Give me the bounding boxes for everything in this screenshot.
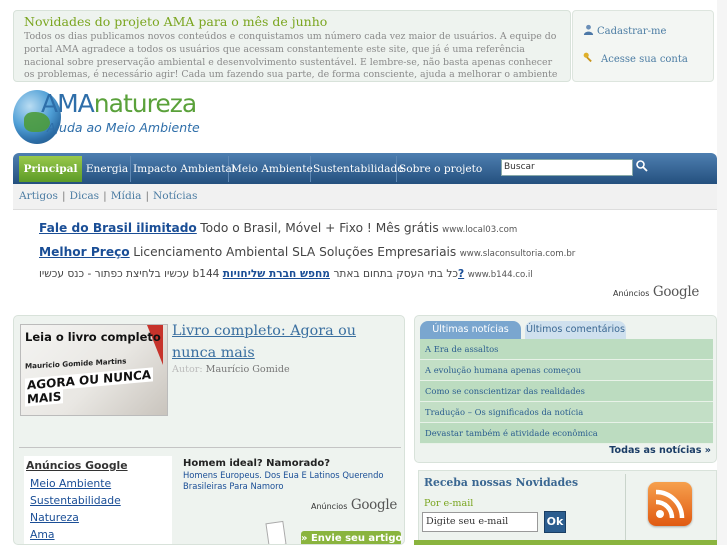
ad-item: Melhor Preço Licenciamento Ambiental SLA… [39, 245, 575, 259]
login-link[interactable]: Acesse sua conta [583, 52, 688, 65]
site-logo[interactable]: AMAnatureza Ajuda ao Meio Ambiente [13, 89, 200, 147]
article-title-link[interactable]: Livro completo: Agora ou nunca mais [172, 320, 400, 364]
tab-sobre-o-projeto[interactable]: Sobre o projeto [399, 156, 482, 182]
user-icon [583, 24, 594, 35]
ad-link-natureza[interactable]: Natureza [30, 511, 79, 524]
ad-title[interactable]: Homem ideal? Namorado? [183, 458, 398, 469]
ad-text: Licenciamento Ambiental SLA Soluções Emp… [133, 245, 457, 259]
book-image-caption: Leia o livro completo [25, 330, 161, 344]
main-navbar: Principal Energia Impacto Ambiental Meio… [13, 153, 717, 184]
news-item[interactable]: Devastar também é atividade econômica [420, 423, 713, 444]
page-margin [717, 0, 727, 545]
tab-principal[interactable]: Principal [19, 156, 82, 182]
book-cover-image[interactable]: Leia o livro completo Mauricio Gomide Ma… [20, 324, 168, 416]
ad-url[interactable]: www.b144.co.il [468, 270, 533, 280]
search-icon[interactable] [635, 159, 649, 173]
ok-button[interactable]: Ok [544, 511, 566, 533]
tab-energia[interactable]: Energia [84, 156, 131, 182]
notice-box: Novidades do projeto AMA para o mês de j… [13, 10, 571, 82]
ad-item: Fale do Brasil ilimitado Todo o Brasil, … [39, 221, 517, 235]
logo-tagline: Ajuda ao Meio Ambiente [47, 120, 200, 135]
subnav-noticias[interactable]: Notícias [153, 190, 197, 202]
logo-wordmark: AMAnatureza [41, 89, 197, 118]
ad-text[interactable]: Homens Europeus. Dos Eua E Latinos Quere… [183, 470, 398, 492]
ad-title[interactable]: Fale do Brasil ilimitado [39, 221, 197, 235]
news-item[interactable]: Como se conscientizar das realidades [420, 381, 713, 402]
tab-impacto-ambiental[interactable]: Impacto Ambiental [133, 156, 235, 182]
decorative-bar [414, 540, 717, 545]
register-link[interactable]: Cadastrar-me [583, 24, 666, 37]
book-image-slogan: AGORA OU NUNCA MAIS [25, 367, 154, 407]
news-list: A Era de assaltos A evolução humana apen… [420, 339, 713, 444]
login-label: Acesse sua conta [601, 54, 688, 65]
ad-item: עכשיו בלחיצת כפתור - כנס עכשיו b144 כל ב… [39, 267, 533, 280]
article-author: Autor: Maurício Gomide [172, 364, 290, 375]
google-logo: Google [652, 284, 700, 300]
subnav-dicas[interactable]: Dicas [70, 190, 100, 202]
book-image-author: Mauricio Gomide Martins [25, 356, 127, 371]
all-news-link[interactable]: Todas as notícias » [609, 445, 711, 456]
ad-url[interactable]: www.local03.com [442, 225, 517, 235]
newsletter-title: Receba nossas Novidades [424, 476, 579, 489]
news-item[interactable]: A Era de assaltos [420, 339, 713, 360]
sub-navbar: Artigos | Dicas | Mídia | Notícias [13, 184, 717, 210]
ads-by-google[interactable]: Anúncios Google [311, 497, 397, 513]
google-logo: Google [350, 497, 398, 513]
register-label: Cadastrar-me [597, 26, 667, 37]
subnav-artigos[interactable]: Artigos [19, 190, 58, 202]
news-item[interactable]: Tradução – Os significados da notícia [420, 402, 713, 423]
ad-link-sustentabilidade[interactable]: Sustentabilidade [30, 494, 121, 507]
ad-link-ama[interactable]: Ama [30, 528, 55, 541]
email-field[interactable]: Digite seu e-mail [422, 512, 538, 532]
google-ads-links: Anúncios Google Meio Ambiente Sustentabi… [24, 456, 172, 544]
news-item[interactable]: A evolução humana apenas começou [420, 360, 713, 381]
tab-latest-comments[interactable]: Últimos comentários [525, 321, 626, 339]
ad-text: Todo o Brasil, Móvel + Fixo ! Mês grátis [200, 221, 439, 235]
divider [625, 474, 626, 542]
search-input[interactable]: Buscar [501, 159, 633, 176]
newsletter-subtitle: Por e-mail [424, 498, 474, 509]
newsletter-box: Receba nossas Novidades Por e-mail Digit… [418, 470, 717, 545]
news-panel: Últimas notícias Últimos comentários A E… [414, 315, 717, 463]
subnav-midia[interactable]: Mídia [111, 190, 142, 202]
tab-latest-news[interactable]: Últimas notícias [420, 321, 521, 339]
ad-title[interactable]: Melhor Preço [39, 245, 130, 259]
send-article-button[interactable]: » Envie seu artigo [301, 531, 402, 544]
document-icon [265, 520, 287, 544]
tab-sustentabilidade[interactable]: Sustentabilidade [313, 156, 404, 182]
ad-link-meio-ambiente[interactable]: Meio Ambiente [30, 477, 111, 490]
divider [19, 447, 401, 448]
user-box: Cadastrar-me Acesse sua conta [572, 10, 714, 82]
ad-url[interactable]: www.slaconsultoria.com.br [460, 249, 576, 259]
notice-text: Todos os dias publicamos novos conteúdos… [24, 31, 558, 81]
rss-icon[interactable] [648, 482, 692, 526]
google-ads-title[interactable]: Anúncios Google [26, 459, 128, 472]
featured-article: Leia o livro completo Mauricio Gomide Ma… [13, 315, 405, 545]
tab-meio-ambiente[interactable]: Meio Ambiente [231, 156, 313, 182]
ads-by-google[interactable]: Anúncios Google [613, 284, 699, 300]
notice-title: Novidades do projeto AMA para o mês de j… [24, 14, 328, 29]
key-icon [583, 52, 592, 63]
ad-item: Homem ideal? Namorado? Homens Europeus. … [183, 458, 398, 492]
